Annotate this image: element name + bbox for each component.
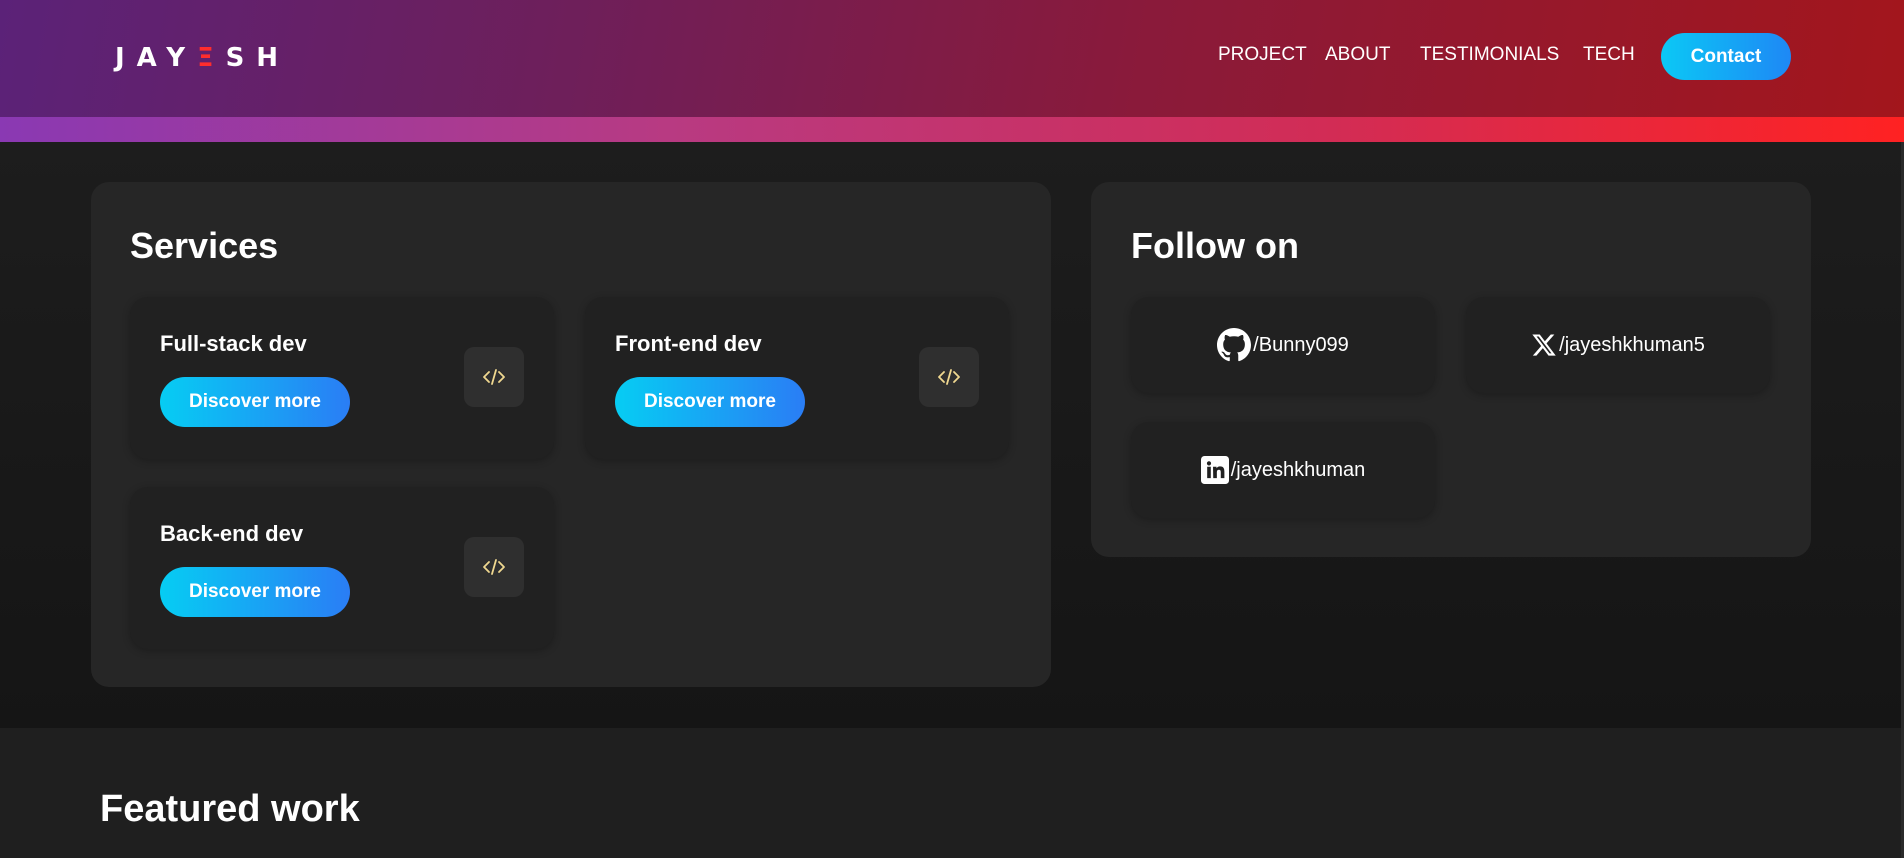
service-card-title: Front-end dev	[615, 331, 762, 356]
discover-more-button[interactable]: Discover more	[615, 377, 805, 427]
service-card-back-end: Back-end dev Discover more	[130, 487, 554, 649]
discover-more-button[interactable]: Discover more	[160, 377, 350, 427]
follow-panel: Follow on /Bunny099 /jayeshkhuman5 /jaye…	[1091, 182, 1811, 557]
social-link-x[interactable]: /jayeshkhuman5	[1466, 297, 1770, 393]
contact-button[interactable]: Contact	[1661, 33, 1791, 80]
service-card-full-stack: Full-stack dev Discover more	[130, 297, 554, 459]
logo-text-end: SH	[225, 43, 291, 73]
x-icon	[1532, 334, 1556, 356]
github-icon	[1217, 328, 1252, 362]
nav-link-project[interactable]: PROJECT	[1218, 44, 1307, 66]
service-card-front-end: Front-end dev Discover more	[585, 297, 1009, 459]
social-link-github[interactable]: /Bunny099	[1131, 297, 1435, 393]
logo-text-start: JAY	[115, 43, 198, 73]
services-panel: Services Full-stack dev Discover more Fr…	[91, 182, 1051, 687]
code-icon	[464, 347, 524, 407]
follow-title: Follow on	[1131, 225, 1299, 266]
nav-link-tech[interactable]: TECH	[1583, 44, 1635, 66]
discover-more-button[interactable]: Discover more	[160, 567, 350, 617]
site-logo[interactable]: JAY Ξ SH	[115, 43, 290, 73]
social-link-label: /jayeshkhuman	[1230, 458, 1366, 481]
services-title: Services	[130, 225, 279, 266]
code-icon	[919, 347, 979, 407]
social-link-linkedin[interactable]: /jayeshkhuman	[1131, 422, 1435, 518]
social-link-label: /Bunny099	[1253, 333, 1349, 356]
nav-link-testimonials[interactable]: TESTIMONIALS	[1420, 44, 1559, 66]
code-icon	[464, 537, 524, 597]
services-follow-section: Services Full-stack dev Discover more Fr…	[0, 142, 1904, 728]
service-card-title: Full-stack dev	[160, 331, 307, 356]
header-gradient-strip	[0, 117, 1904, 142]
logo-accent-letter: Ξ	[197, 43, 226, 73]
service-card-title: Back-end dev	[160, 521, 304, 546]
linkedin-icon	[1200, 456, 1229, 484]
nav-link-about[interactable]: ABOUT	[1325, 44, 1390, 66]
social-link-label: /jayeshkhuman5	[1559, 333, 1705, 356]
featured-title: Featured work	[100, 788, 360, 830]
featured-section: Featured work	[0, 728, 1904, 858]
